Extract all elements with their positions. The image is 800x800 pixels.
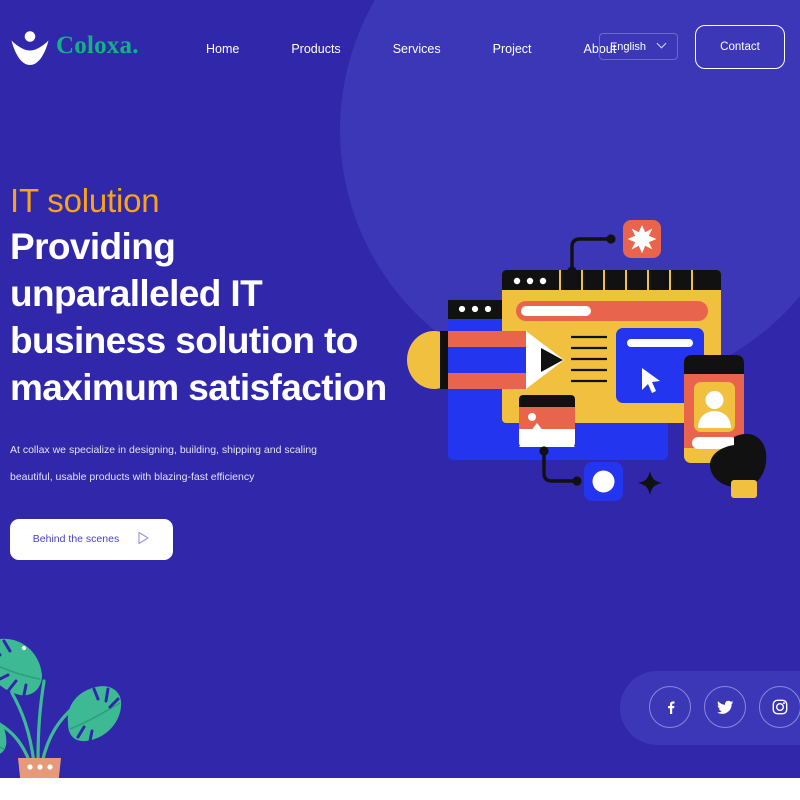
page-root: Coloxa. Home Products Services Project A… xyxy=(0,0,800,800)
behind-the-scenes-label: Behind the scenes xyxy=(32,533,120,546)
nav-item-home[interactable]: Home xyxy=(206,38,239,60)
language-selector-value: English xyxy=(609,40,647,53)
language-selector[interactable]: English xyxy=(599,33,678,60)
top-navigation-bar: Coloxa. Home Products Services Project A… xyxy=(0,0,800,94)
social-links xyxy=(649,686,800,728)
brand-logo[interactable]: Coloxa. xyxy=(8,24,139,68)
potted-monstera-plant-icon xyxy=(0,615,132,778)
twitter-icon[interactable] xyxy=(704,686,746,728)
nav-item-products[interactable]: Products xyxy=(291,38,340,60)
play-triangle-icon xyxy=(137,531,150,548)
hero-section: Coloxa. Home Products Services Project A… xyxy=(0,0,800,778)
nav-item-project[interactable]: Project xyxy=(493,38,532,60)
hero-eyebrow: IT solution xyxy=(10,182,160,219)
contact-button[interactable]: Contact xyxy=(695,25,785,69)
facebook-icon[interactable] xyxy=(649,686,691,728)
nav-item-services[interactable]: Services xyxy=(393,38,441,60)
instagram-icon[interactable] xyxy=(759,686,800,728)
nav-links: Home Products Services Project About xyxy=(206,38,616,60)
hero-copy: IT solution Providing unparalleled IT bu… xyxy=(10,182,390,560)
hero-headline: Providing unparalleled IT business solut… xyxy=(10,225,387,408)
chevron-down-icon xyxy=(658,40,667,49)
hero-subcopy: At collax we specialize in designing, bu… xyxy=(10,443,318,483)
person-swoosh-icon xyxy=(8,24,52,68)
brand-name: Coloxa. xyxy=(56,32,139,59)
web-design-workflow-illustration xyxy=(404,215,800,510)
behind-the-scenes-button[interactable]: Behind the scenes xyxy=(10,518,173,560)
